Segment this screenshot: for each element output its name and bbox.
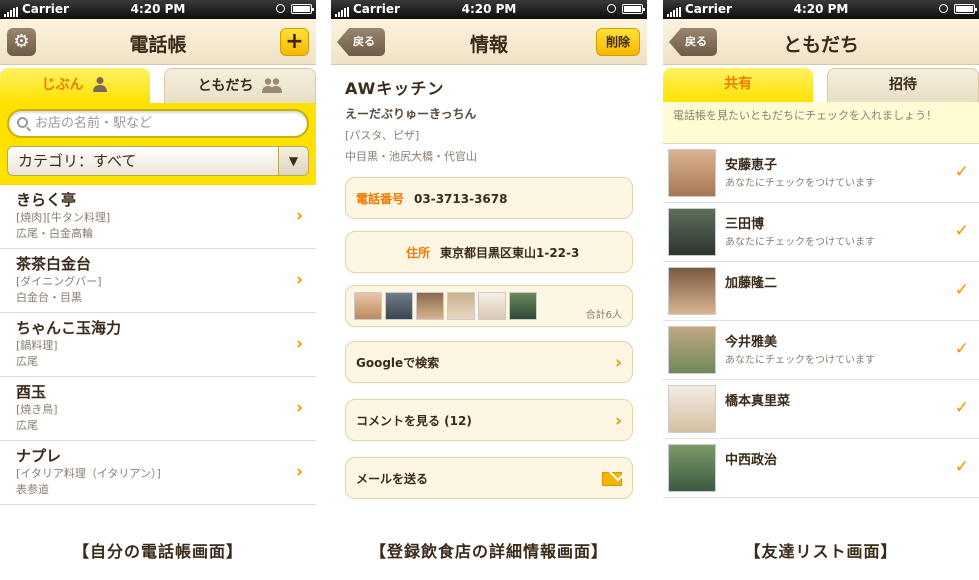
avatar	[478, 292, 506, 320]
delete-button[interactable]: 削除	[596, 28, 640, 56]
friends-photos[interactable]: 合計6人	[345, 285, 633, 327]
restaurant-list: きらく亭 [焼肉][牛タン料理] 広尾・白金高輪 › 茶茶白金台 [ダイニングバー] 白金…	[0, 185, 316, 505]
battery-icon	[954, 4, 977, 14]
friend-row[interactable]: 中西政治 ✓	[663, 439, 979, 498]
list-item[interactable]: 酉玉 [焼き鳥] 広尾 ›	[0, 377, 316, 441]
orientation-lock-icon	[939, 4, 948, 13]
caption-phonebook: 【自分の電話帳画面】	[72, 542, 243, 561]
comments-button[interactable]: コメントを見る (12) ›	[345, 399, 633, 441]
envelope-icon	[602, 472, 622, 486]
friend-row[interactable]: 今井雅美 あなたにチェックをつけています ✓	[663, 321, 979, 380]
caption-detail: 【登録飲食店の詳細情報画面】	[369, 542, 608, 561]
plus-icon: +	[285, 29, 304, 54]
tab-invite[interactable]: 招待	[827, 68, 979, 102]
nav-bar: 戻る 情報 削除	[331, 19, 647, 65]
friend-row[interactable]: 橋本真里菜 ✓	[663, 380, 979, 439]
friend-row[interactable]: 安藤恵子 あなたにチェックをつけています ✓	[663, 144, 979, 203]
notice-text: 電話帳を見たいともだちにチェックを入れましょう！	[663, 102, 979, 144]
friends-screen: Carrier 4:20 PM 戻る ともだち 共有 招待 電話帳を見たいともだ…	[663, 0, 979, 510]
avatar	[668, 267, 716, 315]
friend-count: 合計6人	[585, 310, 622, 321]
avatar	[668, 444, 716, 492]
page-title: ともだち	[782, 34, 859, 56]
avatar	[416, 292, 444, 320]
check-icon[interactable]: ✓	[955, 457, 969, 477]
phone-number: 03-3713-3678	[414, 192, 508, 206]
nav-bar: ⚙ 電話帳 +	[0, 19, 316, 65]
list-item[interactable]: きらく亭 [焼肉][牛タン料理] 広尾・白金高輪 ›	[0, 185, 316, 249]
shop-name: AWキッチン	[345, 79, 445, 98]
avatar	[354, 292, 382, 320]
tab-self[interactable]: じぶん	[0, 68, 150, 103]
people-icon	[262, 78, 283, 93]
address: 東京都目黒区東山1-22-3	[440, 246, 580, 260]
battery-icon	[291, 4, 314, 14]
phone-card[interactable]: 電話番号 03-3713-3678	[345, 177, 633, 219]
check-icon[interactable]: ✓	[955, 280, 969, 300]
status-bar: Carrier 4:20 PM	[663, 0, 979, 19]
orientation-lock-icon	[607, 4, 616, 13]
send-mail-button[interactable]: メールを送る	[345, 457, 633, 499]
google-search-button[interactable]: Googleで検索 ›	[345, 341, 633, 383]
filter-panel: お店の名前・駅など カテゴリ：すべて ▼	[0, 103, 316, 185]
tab-share[interactable]: 共有	[663, 68, 813, 102]
tab-bar: じぶん ともだち	[0, 65, 316, 103]
friend-row[interactable]: 三田博 あなたにチェックをつけています ✓	[663, 203, 979, 262]
chevron-right-icon: ›	[614, 411, 622, 431]
add-button[interactable]: +	[280, 28, 309, 56]
chevron-right-icon: ›	[295, 206, 303, 226]
shop-genre: [パスタ、ピザ]	[345, 129, 420, 142]
avatar	[668, 326, 716, 374]
friend-list: 安藤恵子 あなたにチェックをつけています ✓ 三田博 あなたにチェックをつけています ✓…	[663, 144, 979, 498]
check-icon[interactable]: ✓	[955, 162, 969, 182]
address-card[interactable]: 住所 東京都目黒区東山1-22-3	[345, 231, 633, 273]
phonebook-screen: Carrier 4:20 PM ⚙ 電話帳 + じぶん ともだち お店の名前・駅…	[0, 0, 316, 510]
person-icon	[93, 77, 108, 92]
detail-screen: Carrier 4:20 PM 戻る 情報 削除 AWキッチン えーだぶりゅーき…	[331, 0, 647, 510]
avatar	[668, 208, 716, 256]
search-input[interactable]: お店の名前・駅など	[7, 109, 309, 138]
list-item[interactable]: 茶茶白金台 [ダイニングバー] 白金台・目黒 ›	[0, 249, 316, 313]
check-icon[interactable]: ✓	[955, 398, 969, 418]
check-icon[interactable]: ✓	[955, 221, 969, 241]
orientation-lock-icon	[276, 4, 285, 13]
chevron-right-icon: ›	[295, 462, 303, 482]
clock: 4:20 PM	[461, 2, 517, 16]
avatar	[509, 292, 537, 320]
avatar	[668, 385, 716, 433]
list-item[interactable]: ちゃんこ玉海力 [鍋料理] 広尾 ›	[0, 313, 316, 377]
nav-bar: 戻る ともだち	[663, 19, 979, 65]
category-select[interactable]: カテゴリ：すべて ▼	[7, 146, 309, 176]
shop-detail: AWキッチン えーだぶりゅーきっちん [パスタ、ピザ] 中目黒・池尻大橋・代官山…	[331, 65, 647, 499]
shop-kana: えーだぶりゅーきっちん	[345, 107, 477, 121]
list-item[interactable]: ナプレ [イタリア料理（イタリアン）] 表参道 ›	[0, 441, 316, 505]
friend-row[interactable]: 加藤隆二 ✓	[663, 262, 979, 321]
check-icon[interactable]: ✓	[955, 339, 969, 359]
tab-friends[interactable]: ともだち	[164, 68, 316, 103]
clock: 4:20 PM	[793, 2, 849, 16]
battery-icon	[622, 4, 645, 14]
avatar	[668, 149, 716, 197]
shop-area: 中目黒・池尻大橋・代官山	[345, 150, 477, 163]
tab-bar: 共有 招待	[663, 65, 979, 102]
chevron-right-icon: ›	[614, 353, 622, 373]
clock: 4:20 PM	[130, 2, 186, 16]
search-placeholder: お店の名前・駅など	[35, 116, 153, 131]
chevron-right-icon: ›	[295, 398, 303, 418]
chevron-right-icon: ›	[295, 270, 303, 290]
chevron-right-icon: ›	[295, 334, 303, 354]
avatar	[385, 292, 413, 320]
status-bar: Carrier 4:20 PM	[0, 0, 316, 19]
page-title: 電話帳	[129, 34, 187, 56]
avatar	[447, 292, 475, 320]
caption-friends: 【友達リスト画面】	[744, 542, 898, 561]
status-bar: Carrier 4:20 PM	[331, 0, 647, 19]
search-icon	[17, 117, 28, 128]
dropdown-arrow-icon: ▼	[278, 147, 308, 175]
